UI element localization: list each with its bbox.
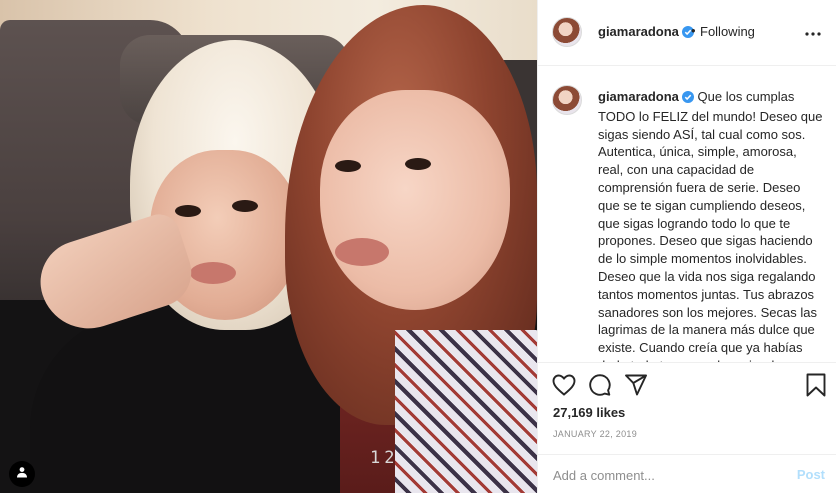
post-comment-button[interactable]: Post [797, 467, 825, 482]
like-count[interactable]: 27,169 likes [553, 405, 625, 420]
caption-area: giamaradona Que los cumplas TODO lo FELI… [538, 67, 836, 362]
save-button[interactable] [803, 373, 829, 402]
share-button[interactable] [623, 374, 649, 400]
comment-input[interactable] [553, 465, 773, 485]
more-options-icon [805, 23, 821, 41]
caption-username[interactable]: giamaradona [598, 89, 679, 104]
post-date[interactable]: JANUARY 22, 2019 [553, 429, 637, 439]
caption: giamaradona Que los cumplas TODO lo FELI… [598, 88, 824, 362]
post-photo[interactable]: 12 [0, 0, 537, 493]
user-tag-button[interactable] [9, 461, 35, 487]
photo-eye [175, 205, 201, 217]
more-options-button[interactable] [801, 20, 825, 44]
comment-button[interactable] [587, 373, 613, 402]
user-tag-icon [16, 465, 28, 483]
paper-plane-icon [624, 374, 648, 401]
caption-text: Que los cumplas TODO lo FELIZ del mundo!… [598, 89, 823, 362]
photo-overlay-text: 12 [370, 448, 399, 468]
avatar[interactable] [552, 17, 582, 47]
photo-lips [190, 262, 236, 284]
photo-right-face [320, 90, 510, 310]
comment-bubble-icon [588, 373, 612, 402]
like-button[interactable] [551, 374, 577, 400]
post-actions: 27,169 likes JANUARY 22, 2019 Post [538, 362, 836, 493]
header-username[interactable]: giamaradona [598, 24, 694, 41]
avatar[interactable] [552, 85, 582, 115]
photo-lips [335, 238, 389, 266]
post-header: giamaradona • Following [538, 0, 836, 66]
post-side-panel: giamaradona • Following giamaradona Que … [537, 0, 836, 493]
verified-badge-icon [681, 90, 694, 108]
photo-eye [405, 158, 431, 170]
photo-eye [232, 200, 258, 212]
photo-plaid-shirt [395, 330, 537, 493]
comment-bar: Post [538, 454, 836, 493]
username-text[interactable]: giamaradona [598, 24, 679, 39]
bookmark-icon [806, 373, 826, 402]
heart-icon [552, 374, 576, 401]
follow-separator: • [691, 23, 696, 38]
photo-eye [335, 160, 361, 172]
following-button[interactable]: Following [700, 24, 755, 39]
